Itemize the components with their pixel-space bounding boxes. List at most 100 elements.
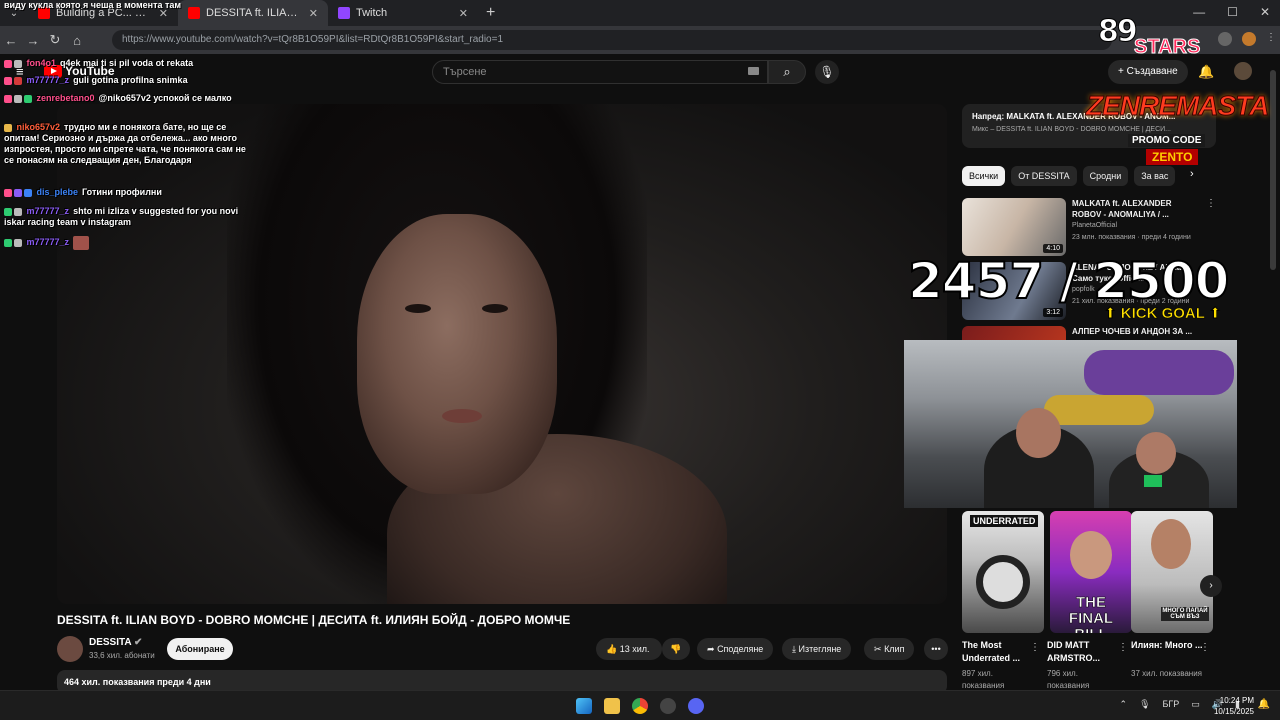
close-window-icon[interactable]: ✕ [1260,5,1270,19]
account-avatar[interactable] [1234,62,1252,80]
subscriber-count: 33,6 хил. абонати [89,651,155,660]
scrollbar[interactable] [1270,70,1276,270]
discord-icon[interactable] [688,698,704,714]
clock[interactable]: 10:24 PM 10/15/2025 [1214,695,1254,717]
stars-logo: 89 STARS [1098,14,1201,59]
like-button[interactable]: 👍 13 хил. [596,638,662,660]
twitch-favicon-icon [338,7,350,19]
dislike-button[interactable]: 👎 [662,638,690,660]
file-explorer-icon[interactable] [604,698,620,714]
share-button[interactable]: ➦ Споделяне [697,638,774,660]
create-label: Създаване [1126,66,1178,77]
clip-button[interactable]: ✂ Клип [864,638,915,660]
chip-related[interactable]: Сродни [1082,166,1129,186]
share-icon: ➦ [707,644,715,654]
more-options-icon[interactable]: ⋮ [1200,642,1210,653]
tab-dessita[interactable]: DESSITA ft. ILIAN BOYD - DOBR ✕ [178,0,328,26]
rec-meta: 23 млн. показвания · преди 4 години [1072,234,1191,241]
video-player[interactable] [57,104,947,604]
chat-username: m77777_z [26,237,70,248]
eye [482,304,508,313]
home-icon[interactable]: ⌂ [66,33,88,48]
menu-icon[interactable]: ⋮ [1266,32,1276,46]
notifications-bell-icon[interactable]: 🔔 [1198,64,1214,80]
keyboard-icon[interactable] [748,67,759,75]
verified-icon: ✔ [134,637,143,648]
monitor-icon[interactable]: ▭ [1191,699,1200,710]
new-tab-button[interactable]: + [478,4,503,22]
video-thumbnail[interactable] [962,326,1066,340]
chip-for-you[interactable]: За вас [1134,166,1176,186]
recommendation-item[interactable]: АЛПЕР ЧОЧЕВ И АНДОН ЗА ... [962,326,1252,340]
microphone-icon[interactable]: 🎙 [1139,699,1150,710]
clock-time: 10:24 PM [1219,696,1254,705]
video-frame-face [357,214,557,494]
voice-search-button[interactable]: 🎙 [815,60,839,84]
chat-text: guli gotina profilna snimka [73,75,188,85]
create-button[interactable]: + Създаване [1108,60,1188,84]
short-views: 37 хил. показвания [1131,669,1203,678]
language-indicator[interactable]: БГР [1163,699,1180,710]
clock-date: 10/15/2025 [1213,707,1254,716]
eye [405,304,431,313]
video-thumbnail[interactable]: 4:10 [962,198,1066,256]
youtube-favicon-icon [188,7,200,19]
short-thumbnail[interactable]: THE FINAL BILL [1050,511,1132,633]
tab-title: DESSITA ft. ILIAN BOYD - DOBR [206,7,303,19]
forward-icon[interactable]: → [22,33,44,48]
profile-icon[interactable] [1242,32,1256,46]
extension-icons: ⋮ [1218,32,1276,46]
download-button[interactable]: ⤓ Изтегляне [782,638,852,660]
arrow-up-icon: ⬆ [1208,305,1222,323]
maximize-icon[interactable]: ☐ [1227,5,1238,19]
chat-message: m77777_z [4,236,250,250]
recommendation-item[interactable]: 4:10 MALKATA ft. ALEXANDER ROBOV - ANOMA… [962,198,1252,256]
app-icon[interactable] [660,698,676,714]
download-label: Изтегляне [798,644,842,654]
channel-avatar[interactable] [57,636,83,662]
more-actions-button[interactable]: ••• [924,638,948,660]
close-tab-icon[interactable]: ✕ [459,7,468,20]
short-thumbnail[interactable]: МНОГО ПАПАЙ СЪМ ВЪЗ [1131,511,1213,633]
close-tab-icon[interactable]: ✕ [309,7,318,20]
chip-all[interactable]: Всички [962,166,1006,186]
search-input[interactable]: Търсене [432,60,768,84]
short-thumbnail[interactable]: UNDERRATED [962,511,1044,633]
user-badge-icon [14,239,22,247]
filter-chips: Всички От DESSITA Сродни За вас [962,166,1176,186]
extension-icon[interactable] [1218,32,1232,46]
channel-name[interactable]: DESSITA ✔ [89,637,142,648]
chip-from-dessita[interactable]: От DESSITA [1011,166,1077,186]
chevron-right-icon[interactable]: › [1190,168,1194,180]
chrome-icon[interactable] [632,698,648,714]
rec-channel: PlanetaOfficial [1072,222,1118,229]
user-badge-icon [24,188,32,197]
shorts-next-button[interactable]: › [1200,575,1222,597]
short-title: Илиян: Много ... [1131,640,1203,650]
back-icon[interactable]: ← [0,33,22,48]
address-bar[interactable]: https://www.youtube.com/watch?v=tQr8B1O5… [112,30,1112,50]
kick-goal-label: ⬆ KICK GOAL ⬆ [1104,305,1222,323]
lips [442,409,482,423]
chevron-up-icon[interactable]: ⌃ [1120,699,1128,710]
download-icon: ⤓ [792,644,796,654]
tab-twitch[interactable]: Twitch ✕ [328,0,478,26]
streamer-webcam [904,340,1237,508]
user-badge-icon [4,207,12,216]
windows-start-icon[interactable] [576,698,592,714]
more-options-icon[interactable]: ⋮ [1206,198,1216,209]
minimize-icon[interactable]: — [1193,5,1205,19]
chat-text: @niko657v2 успокой се малко [98,93,232,103]
face [1070,531,1112,579]
search-button[interactable]: ⌕ [768,60,806,84]
share-label: Споделяне [717,644,764,654]
reload-icon[interactable]: ↻ [44,32,66,48]
short-title: DID MATT ARMSTRO... [1047,640,1100,663]
chat-username: fon4o1 [26,58,57,68]
chat-message: fon4o1 q4ek mai ti si pil voda ot rekata [4,58,250,69]
stars-logo-number: 89 [1098,14,1139,50]
notification-icon[interactable]: 🔔 [1258,699,1270,710]
more-options-icon[interactable]: ⋮ [1030,642,1040,653]
subscribe-button[interactable]: Абониране [167,638,233,660]
more-options-icon[interactable]: ⋮ [1118,642,1128,653]
